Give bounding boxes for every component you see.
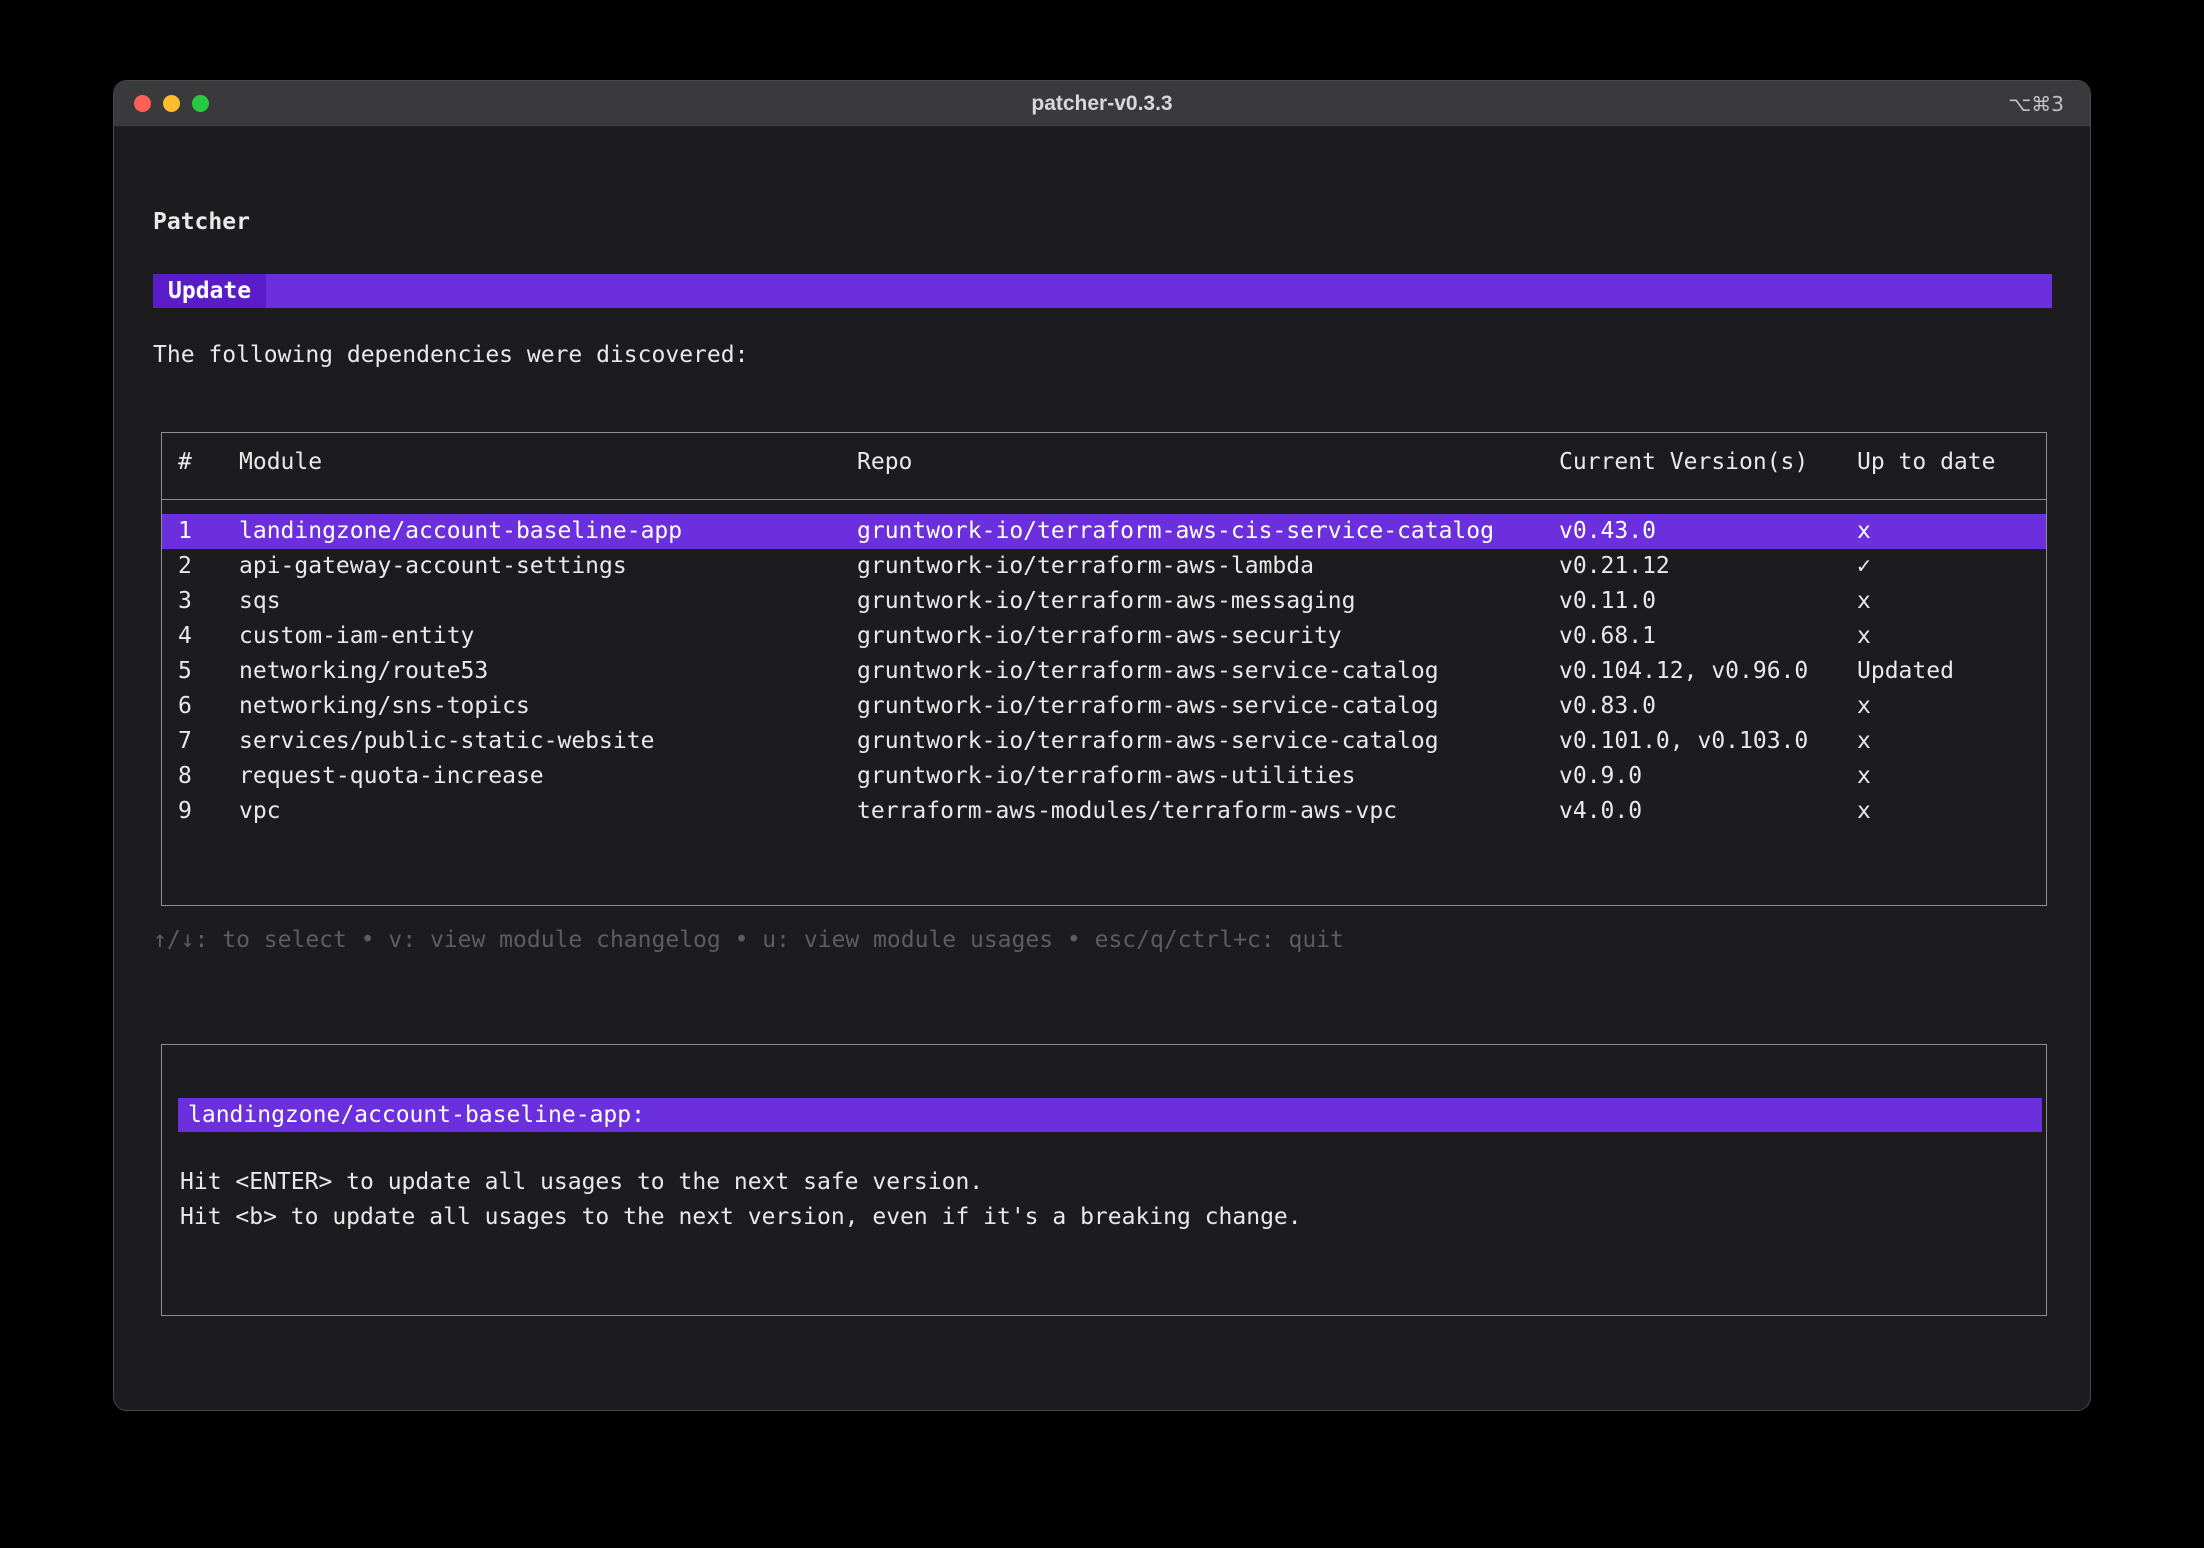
cell-num: 8 xyxy=(178,759,239,794)
cell-num: 1 xyxy=(178,514,239,549)
terminal-content: Patcher Update The following dependencie… xyxy=(114,128,2090,1410)
cell-repo: gruntwork-io/terraform-aws-service-catal… xyxy=(857,654,1559,689)
cell-num: 5 xyxy=(178,654,239,689)
window-titlebar[interactable]: patcher-v0.3.3 ⌥⌘3 xyxy=(114,81,2090,127)
help-bar: ↑/↓: to select • v: view module changelo… xyxy=(153,923,1344,958)
minimize-button[interactable] xyxy=(163,95,180,112)
cell-module: networking/route53 xyxy=(239,654,857,689)
window-shortcut-badge: ⌥⌘3 xyxy=(2008,92,2064,116)
cell-status: ✓ xyxy=(1857,549,2046,584)
table-row[interactable]: 7services/public-static-websitegruntwork… xyxy=(162,724,2046,759)
cell-status: x xyxy=(1857,724,2046,759)
tab-update[interactable]: Update xyxy=(153,274,266,308)
traffic-lights xyxy=(114,95,209,112)
window-title: patcher-v0.3.3 xyxy=(114,92,2090,116)
header-num: # xyxy=(178,445,239,480)
cell-status: x xyxy=(1857,794,2046,829)
cell-module: request-quota-increase xyxy=(239,759,857,794)
table-row[interactable]: 1landingzone/account-baseline-appgruntwo… xyxy=(162,514,2046,549)
cell-repo: gruntwork-io/terraform-aws-lambda xyxy=(857,549,1559,584)
cell-num: 9 xyxy=(178,794,239,829)
header-version: Current Version(s) xyxy=(1559,445,1857,480)
cell-status: Updated xyxy=(1857,654,2046,689)
table-row[interactable]: 9vpcterraform-aws-modules/terraform-aws-… xyxy=(162,794,2046,829)
detail-panel: landingzone/account-baseline-app: Hit <E… xyxy=(161,1044,2047,1316)
cell-num: 4 xyxy=(178,619,239,654)
cell-num: 7 xyxy=(178,724,239,759)
cell-repo: gruntwork-io/terraform-aws-service-catal… xyxy=(857,724,1559,759)
selected-module-line: landingzone/account-baseline-app: xyxy=(178,1098,2042,1132)
cell-version: v0.11.0 xyxy=(1559,584,1857,619)
cell-version: v0.68.1 xyxy=(1559,619,1857,654)
cell-version: v0.21.12 xyxy=(1559,549,1857,584)
close-button[interactable] xyxy=(134,95,151,112)
intro-text: The following dependencies were discover… xyxy=(153,338,748,373)
cell-version: v0.101.0, v0.103.0 xyxy=(1559,724,1857,759)
cell-status: x xyxy=(1857,759,2046,794)
table-row[interactable]: 8request-quota-increasegruntwork-io/terr… xyxy=(162,759,2046,794)
table-row[interactable]: 5networking/route53gruntwork-io/terrafor… xyxy=(162,654,2046,689)
cell-repo: gruntwork-io/terraform-aws-security xyxy=(857,619,1559,654)
cell-num: 2 xyxy=(178,549,239,584)
cell-repo: gruntwork-io/terraform-aws-service-catal… xyxy=(857,689,1559,724)
table-row[interactable]: 6networking/sns-topicsgruntwork-io/terra… xyxy=(162,689,2046,724)
zoom-button[interactable] xyxy=(192,95,209,112)
app-title: Patcher xyxy=(153,205,250,240)
detail-hint-breaking: Hit <b> to update all usages to the next… xyxy=(180,1200,2046,1235)
cell-repo: gruntwork-io/terraform-aws-cis-service-c… xyxy=(857,514,1559,549)
table-row[interactable]: 4custom-iam-entitygruntwork-io/terraform… xyxy=(162,619,2046,654)
cell-version: v4.0.0 xyxy=(1559,794,1857,829)
terminal-window: patcher-v0.3.3 ⌥⌘3 Patcher Update The fo… xyxy=(113,80,2091,1411)
header-up-to-date: Up to date xyxy=(1857,445,2046,480)
table-row[interactable]: 2api-gateway-account-settingsgruntwork-i… xyxy=(162,549,2046,584)
cell-module: networking/sns-topics xyxy=(239,689,857,724)
cell-version: v0.104.12, v0.96.0 xyxy=(1559,654,1857,689)
dependency-table-body: 1landingzone/account-baseline-appgruntwo… xyxy=(162,514,2046,829)
cell-num: 6 xyxy=(178,689,239,724)
cell-module: services/public-static-website xyxy=(239,724,857,759)
cell-module: landingzone/account-baseline-app xyxy=(239,514,857,549)
cell-module: vpc xyxy=(239,794,857,829)
cell-module: sqs xyxy=(239,584,857,619)
cell-status: x xyxy=(1857,514,2046,549)
detail-hint-enter: Hit <ENTER> to update all usages to the … xyxy=(180,1165,2046,1200)
cell-status: x xyxy=(1857,584,2046,619)
cell-module: api-gateway-account-settings xyxy=(239,549,857,584)
tab-bar: Update xyxy=(153,274,2052,308)
table-row[interactable]: 3sqsgruntwork-io/terraform-aws-messaging… xyxy=(162,584,2046,619)
cell-repo: terraform-aws-modules/terraform-aws-vpc xyxy=(857,794,1559,829)
cell-version: v0.43.0 xyxy=(1559,514,1857,549)
table-header-separator xyxy=(162,499,2046,500)
dependency-table: # Module Repo Current Version(s) Up to d… xyxy=(161,432,2047,906)
header-module: Module xyxy=(239,445,857,480)
cell-version: v0.83.0 xyxy=(1559,689,1857,724)
cell-status: x xyxy=(1857,689,2046,724)
cell-repo: gruntwork-io/terraform-aws-messaging xyxy=(857,584,1559,619)
table-header-row: # Module Repo Current Version(s) Up to d… xyxy=(162,445,2046,480)
cell-status: x xyxy=(1857,619,2046,654)
cell-num: 3 xyxy=(178,584,239,619)
cell-module: custom-iam-entity xyxy=(239,619,857,654)
cell-version: v0.9.0 xyxy=(1559,759,1857,794)
cell-repo: gruntwork-io/terraform-aws-utilities xyxy=(857,759,1559,794)
header-repo: Repo xyxy=(857,445,1559,480)
